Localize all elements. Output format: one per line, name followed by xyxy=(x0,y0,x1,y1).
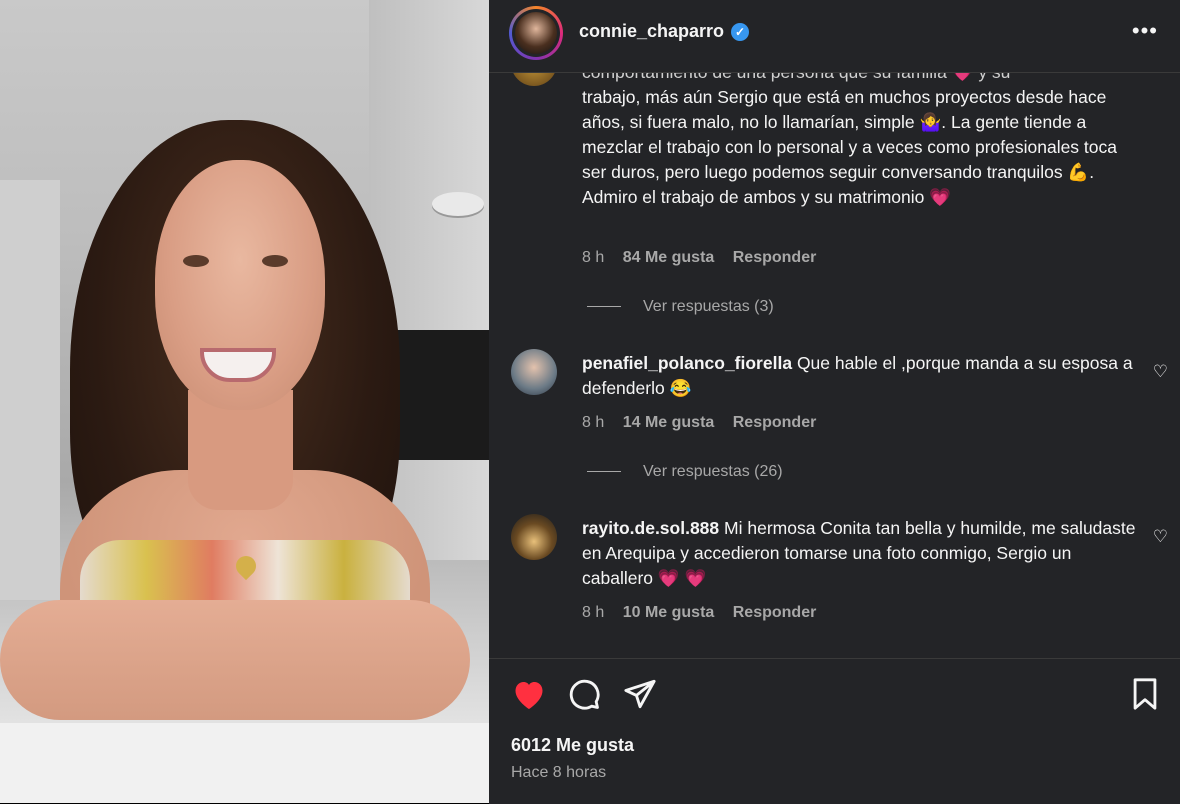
comment-avatar[interactable] xyxy=(511,514,557,560)
ceiling-lamp xyxy=(432,192,484,216)
comment-meta: 8 h 84 Me gusta Responder xyxy=(582,249,830,267)
story-ring[interactable] xyxy=(509,6,563,60)
avatar[interactable] xyxy=(515,12,557,54)
comment-meta: 8 h 14 Me gusta Responder xyxy=(582,414,830,432)
post-viewer: connie_chaparro ✓ ••• comportamiento de … xyxy=(0,0,1180,804)
comment-likes[interactable]: 10 Me gusta xyxy=(623,604,715,621)
heart-outline-icon[interactable]: ♡ xyxy=(1153,527,1168,547)
post-timestamp[interactable]: Hace 8 horas xyxy=(511,764,606,782)
comment-text-cut: comportamiento de una persona que su fam… xyxy=(582,72,1011,82)
comment-meta: 8 h 10 Me gusta Responder xyxy=(582,604,830,622)
comment-text: rayito.de.sol.888 Mi hermosa Conita tan … xyxy=(582,516,1142,591)
background-tv xyxy=(389,330,489,460)
post-actions: 6012 Me gusta Hace 8 horas xyxy=(489,658,1180,804)
heart-outline-icon[interactable]: ♡ xyxy=(1153,362,1168,382)
avatar-frame xyxy=(512,9,560,57)
post-header: connie_chaparro ✓ ••• xyxy=(489,0,1180,73)
background-wall xyxy=(0,180,60,600)
person-arms xyxy=(0,600,470,720)
comment-username[interactable]: rayito.de.sol.888 xyxy=(582,518,719,538)
heart-filled-icon[interactable] xyxy=(511,677,547,716)
reply-button[interactable]: Responder xyxy=(733,249,817,266)
person-eye xyxy=(183,255,209,267)
comment-avatar[interactable] xyxy=(511,349,557,395)
comment-time: 8 h xyxy=(582,249,605,266)
comment-likes[interactable]: 14 Me gusta xyxy=(623,414,715,431)
view-replies-button[interactable]: Ver respuestas (26) xyxy=(587,463,783,481)
comments-list[interactable]: comportamiento de una persona que su fam… xyxy=(489,72,1180,657)
likes-count[interactable]: 6012 Me gusta xyxy=(511,735,634,756)
comment-text: trabajo, más aún Sergio que está en much… xyxy=(582,87,1117,207)
more-options-icon[interactable]: ••• xyxy=(1132,18,1158,44)
comment-avatar[interactable] xyxy=(511,72,557,86)
replies-divider xyxy=(587,306,621,308)
comment-text: penafiel_polanco_fiorella Que hable el ,… xyxy=(582,351,1142,401)
comment-username[interactable]: penafiel_polanco_fiorella xyxy=(582,353,792,373)
comment-likes[interactable]: 84 Me gusta xyxy=(623,249,715,266)
view-replies-label: Ver respuestas (3) xyxy=(643,298,774,315)
share-icon[interactable] xyxy=(623,677,657,716)
view-replies-label: Ver respuestas (26) xyxy=(643,463,783,480)
comment-icon[interactable] xyxy=(567,677,601,716)
username-link[interactable]: connie_chaparro xyxy=(579,21,724,42)
comment-time: 8 h xyxy=(582,604,605,621)
replies-divider xyxy=(587,471,621,473)
person-eye xyxy=(262,255,288,267)
reply-button[interactable]: Responder xyxy=(733,604,817,621)
comments-panel: connie_chaparro ✓ ••• comportamiento de … xyxy=(489,0,1180,804)
view-replies-button[interactable]: Ver respuestas (3) xyxy=(587,298,774,316)
reply-button[interactable]: Responder xyxy=(733,414,817,431)
comment-time: 8 h xyxy=(582,414,605,431)
bookmark-icon[interactable] xyxy=(1130,677,1160,716)
post-video[interactable] xyxy=(0,0,489,803)
table-surface xyxy=(0,723,489,803)
verified-badge-icon: ✓ xyxy=(731,23,749,41)
